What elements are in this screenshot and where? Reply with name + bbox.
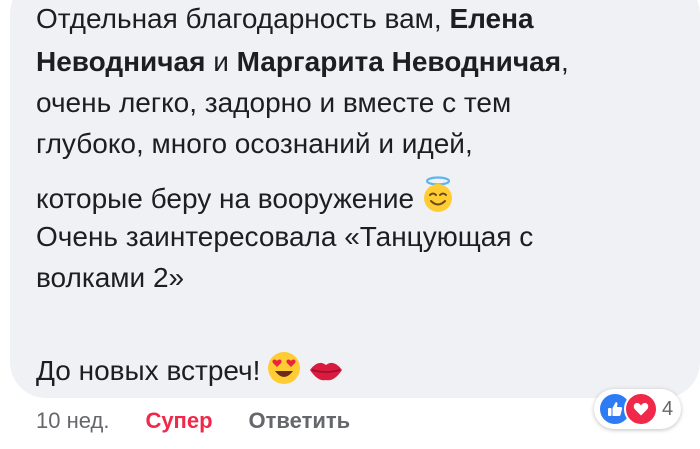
mention-elena-surname[interactable]: Неводничая xyxy=(36,46,205,77)
smiling-face-with-heart-eyes-icon xyxy=(266,350,302,386)
love-icon xyxy=(624,392,658,426)
comment-line-6: Очень заинтересовала «Танцующая с xyxy=(36,221,534,252)
mention-elena[interactable]: Елена xyxy=(449,3,533,34)
comment-line-2: Неводничая и Маргарита Неводничая, xyxy=(36,45,569,79)
comment-actions: 10 нед. Супер Ответить xyxy=(36,405,350,437)
comment-line-7: волками 2» xyxy=(36,262,185,293)
mention-margarita[interactable]: Маргарита Неводничая xyxy=(237,46,561,77)
reactions-summary[interactable]: 4 xyxy=(594,389,682,429)
comment-text: Отдельная благодарность вам, xyxy=(36,3,450,34)
comment-line-5: которые беру на вооружение xyxy=(36,176,456,216)
comment-text: которые беру на вооружение xyxy=(36,183,415,214)
smiling-face-with-halo-icon xyxy=(420,176,456,214)
comment-line-8: До новых встреч! xyxy=(36,350,344,388)
comment-text: До новых встреч! xyxy=(36,355,261,386)
comment-timestamp[interactable]: 10 нед. xyxy=(36,408,109,434)
comment-screenshot: Отдельная благодарность вам, Елена Невод… xyxy=(0,0,700,449)
reaction-button[interactable]: Супер xyxy=(145,408,212,434)
kiss-mark-icon xyxy=(308,356,344,386)
reaction-count: 4 xyxy=(662,397,674,420)
comment-text: , xyxy=(561,46,569,77)
reply-button[interactable]: Ответить xyxy=(249,408,351,434)
comment-text: и xyxy=(205,46,237,77)
comment-line-3: очень легко, задорно и вместе с тем xyxy=(36,87,512,118)
comment-line-4: глубоко, много осознаний и идей, xyxy=(36,128,473,159)
comment-line-1: Отдельная благодарность вам, Елена xyxy=(36,2,534,36)
